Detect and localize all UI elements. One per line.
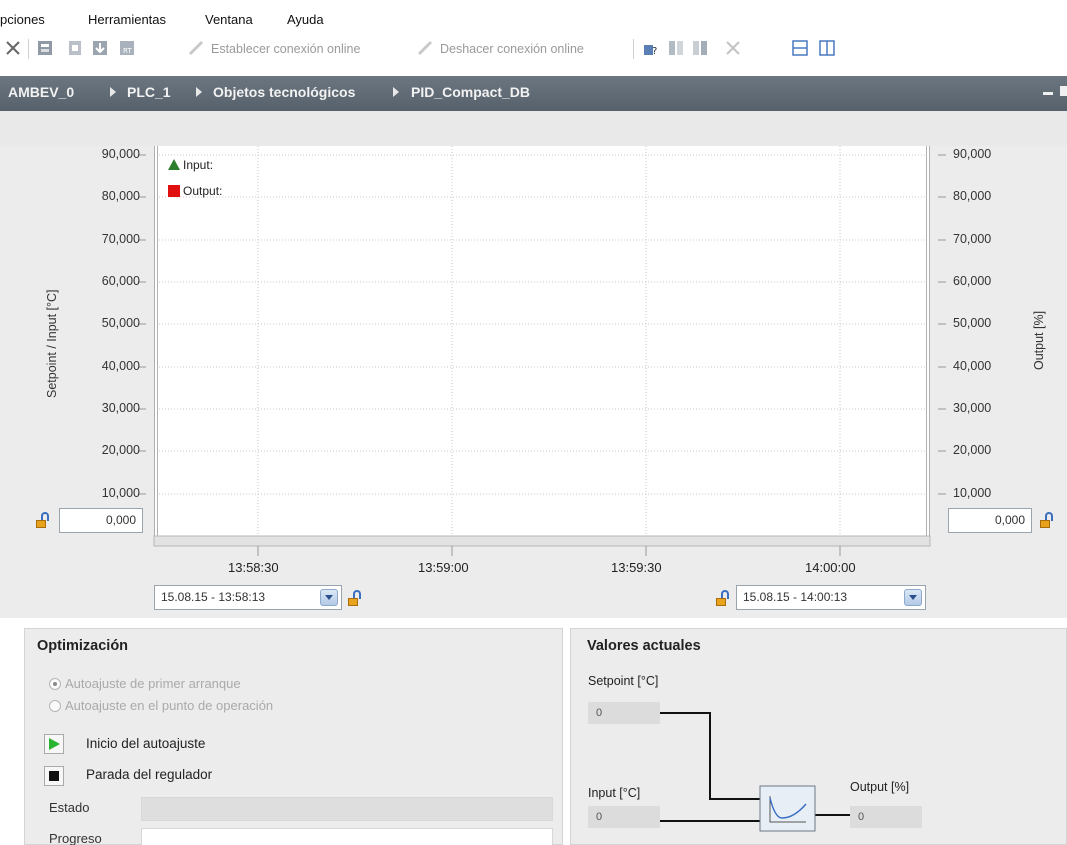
controller-block-diagram bbox=[660, 712, 850, 832]
pid-block-icon bbox=[759, 785, 816, 832]
